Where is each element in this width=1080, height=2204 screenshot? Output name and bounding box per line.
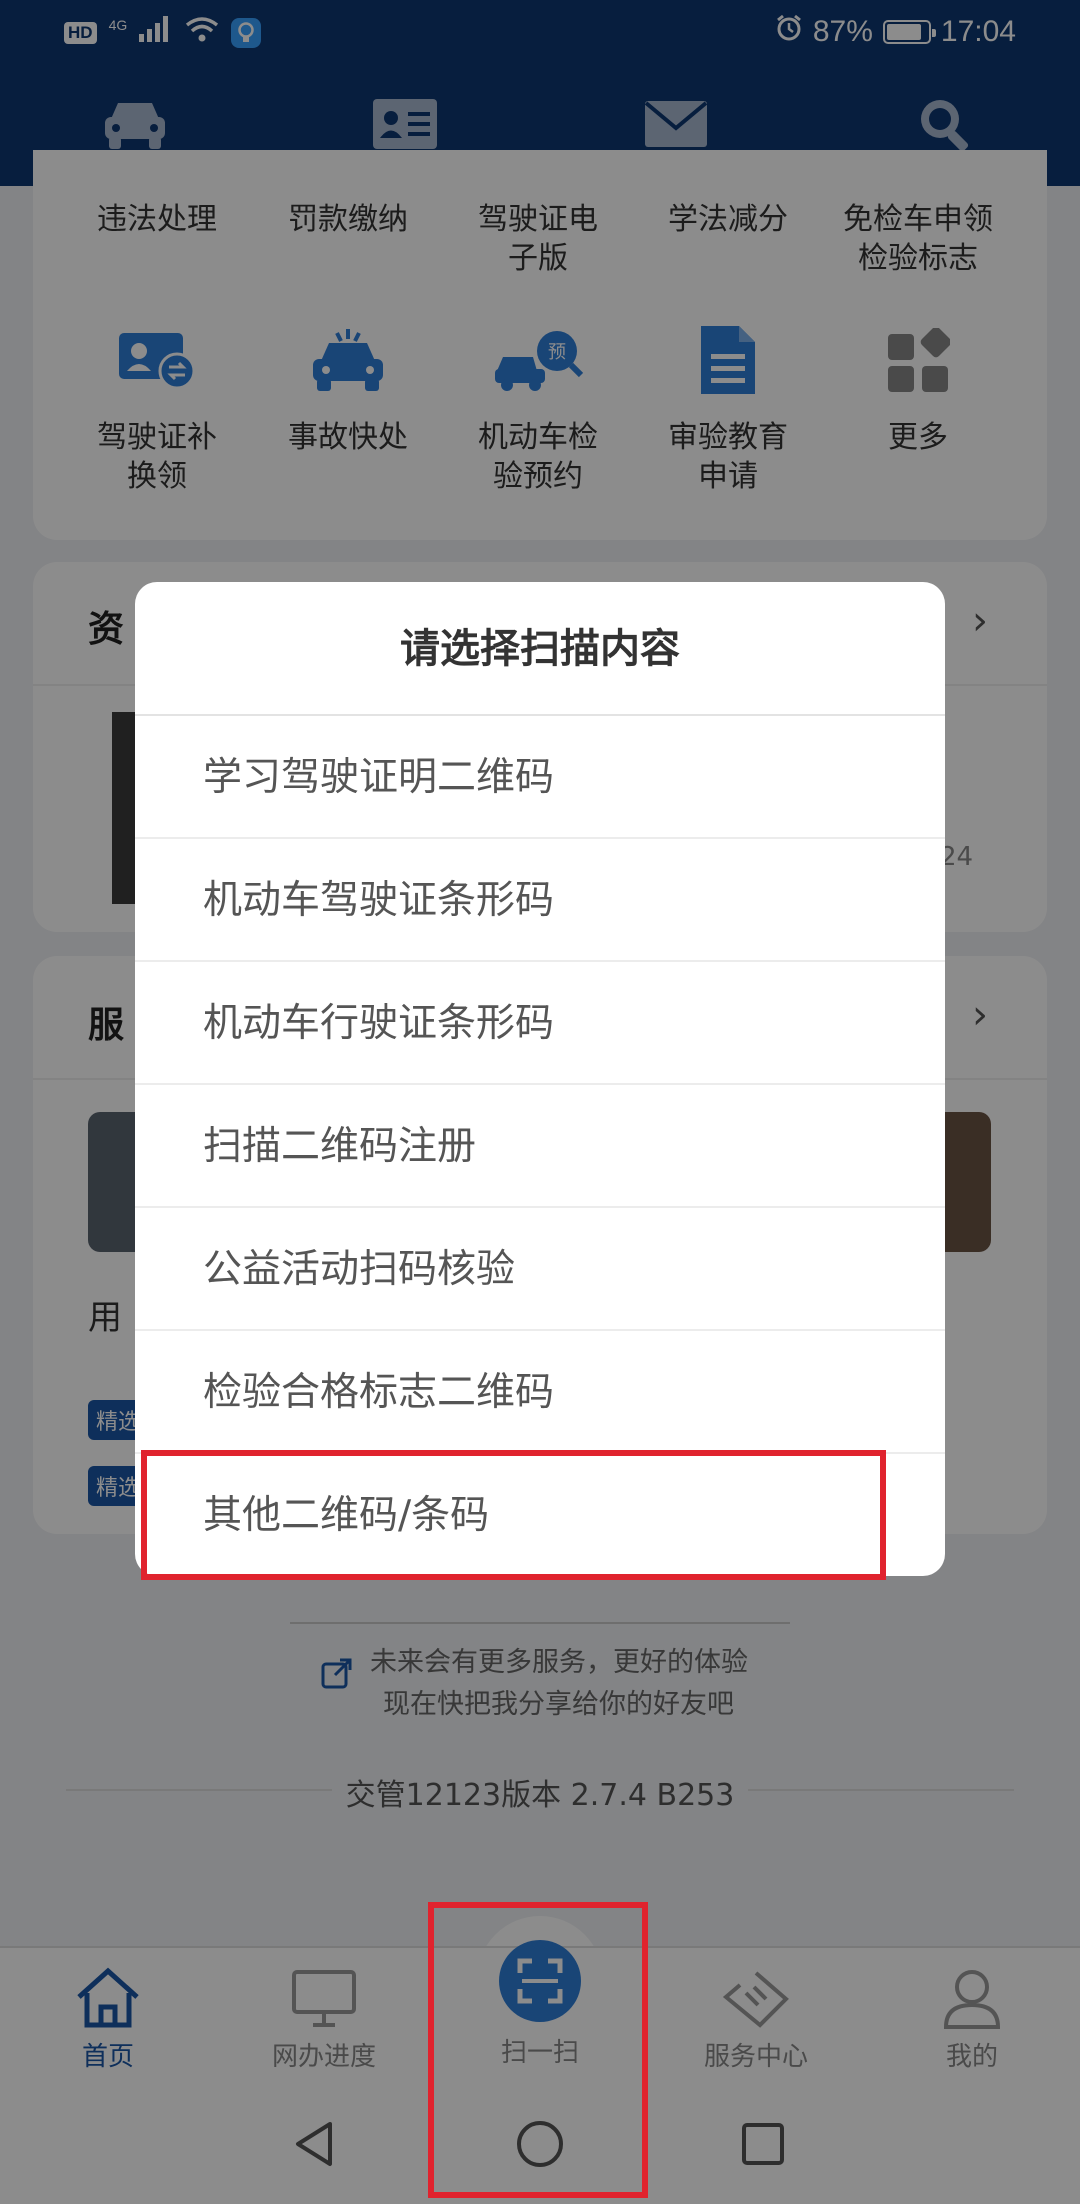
option-charity-verify[interactable]: 公益活动扫码核验 bbox=[135, 1208, 945, 1331]
scan-choice-dialog: 请选择扫描内容 学习驾驶证明二维码 机动车驾驶证条形码 机动车行驶证条形码 扫描… bbox=[135, 582, 945, 1576]
option-inspection-mark-qr[interactable]: 检验合格标志二维码 bbox=[135, 1331, 945, 1454]
dialog-title: 请选择扫描内容 bbox=[135, 582, 945, 716]
option-other-code[interactable]: 其他二维码/条码 bbox=[135, 1454, 945, 1576]
option-learner-qr[interactable]: 学习驾驶证明二维码 bbox=[135, 716, 945, 839]
option-register-qr[interactable]: 扫描二维码注册 bbox=[135, 1085, 945, 1208]
option-vehicle-license-barcode[interactable]: 机动车行驶证条形码 bbox=[135, 962, 945, 1085]
option-license-barcode[interactable]: 机动车驾驶证条形码 bbox=[135, 839, 945, 962]
